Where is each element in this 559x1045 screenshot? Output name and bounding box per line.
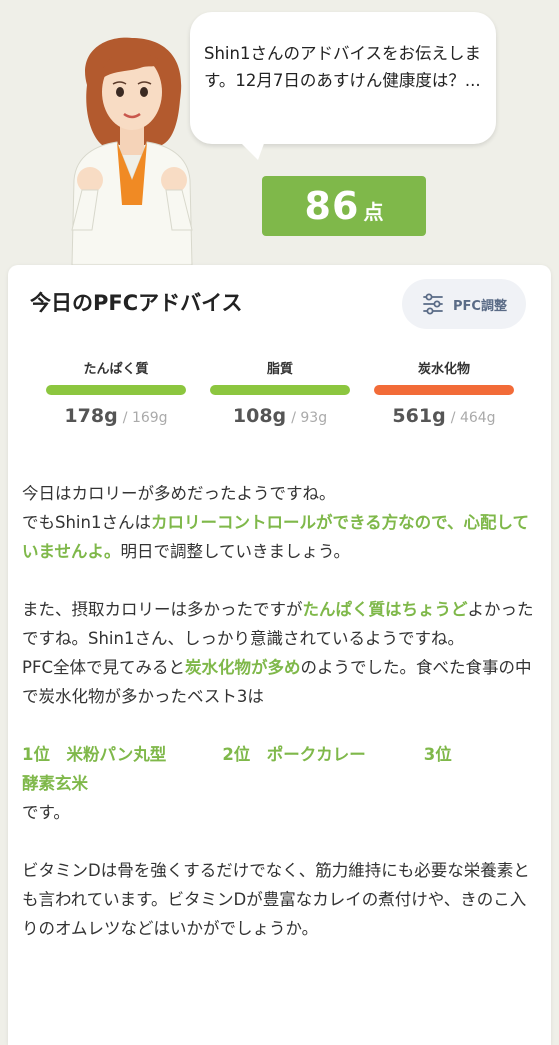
advice-paragraph: PFC全体で見てみると炭水化物が多めのようでした。食べた食事の中で炭水化物が多か… [22,653,538,711]
advice-text: です。 [22,803,70,822]
rank-item: 2位 ポークカレー [222,745,366,764]
sliders-icon [423,293,443,315]
advice-highlight: たんぱく質はちょうど [302,600,468,619]
advice-intro-text: Shin1さんのアドバイスをお伝えします。12月7日のあすけん健康度は？... [204,44,481,90]
nutrient-carbs: 炭水化物 561g / 464g [374,361,514,427]
nutrient-bar [46,385,186,395]
pfc-adjust-button[interactable]: PFC調整 [402,279,526,329]
rank-item: 1位 米粉パン丸型 [22,745,167,764]
nutrient-goal: / 93g [291,410,328,426]
carb-ranking: 1位 米粉パン丸型 2位 ポークカレー 3位酵素玄米 [22,740,538,798]
pfc-advice-card: 今日のPFCアドバイス PFC調整 たんぱく質 178g / 169g 脂質 1… [8,265,551,1045]
health-score-value: 86 [304,184,360,228]
advisor-avatar [71,37,193,265]
nutrient-bar [374,385,514,395]
card-title: 今日のPFCアドバイス [30,291,243,315]
nutrient-protein: たんぱく質 178g / 169g [46,361,186,427]
rank-item: 3位 [423,745,452,764]
rank-item: 酵素玄米 [22,774,88,793]
advice-text: でもShin1さんは [22,513,151,532]
nutrient-value: 178g [64,405,118,427]
advice-text: 明日で調整していきましょう。 [120,542,351,561]
advice-body: 今日はカロリーが多めだったようですね。 でもShin1さんはカロリーコントロール… [22,479,538,943]
nutrient-label: たんぱく質 [83,362,149,377]
nutrient-value: 108g [232,405,287,427]
nutrient-label: 炭水化物 [417,362,470,377]
nutrient-fat: 脂質 108g / 93g [210,361,350,427]
pfc-adjust-label: PFC調整 [453,298,507,314]
speech-bubble-tail [236,138,266,160]
advice-paragraph: でもShin1さんはカロリーコントロールができる方なので、心配していませんよ。明… [22,508,538,566]
advice-text: また、摂取カロリーは多かったですが [22,600,303,619]
pfc-nutrient-summary: たんぱく質 178g / 169g 脂質 108g / 93g 炭水化物 561… [46,361,516,441]
nutrient-goal: / 169g [122,410,168,426]
nutrient-bar [210,385,350,395]
advice-paragraph: ビタミンDは骨を強くするだけでなく、筋力維持にも必要な栄養素とも言われています。… [22,856,538,943]
health-score-unit: 点 [363,200,384,224]
advice-text: ビタミンDは骨を強くするだけでなく、筋力維持にも必要な栄養素とも言われています。… [22,861,530,938]
advice-text: PFC全体で見てみると [22,658,185,677]
advice-paragraph: また、摂取カロリーは多かったですがたんぱく質はちょうどよかったですね。Shin1… [22,595,538,653]
nutrient-label: 脂質 [266,362,293,377]
advice-highlight: 炭水化物が多め [184,658,301,677]
nutrient-value: 561g [392,405,446,427]
nutrient-goal: / 464g [450,410,496,426]
advice-speech-bubble: Shin1さんのアドバイスをお伝えします。12月7日のあすけん健康度は？... [190,12,496,144]
advisor-header: Shin1さんのアドバイスをお伝えします。12月7日のあすけん健康度は？... … [0,0,559,265]
advice-paragraph: です。 [22,798,538,827]
advice-paragraph: 今日はカロリーが多めだったようですね。 [22,479,538,508]
advice-text: 今日はカロリーが多めだったようですね。 [22,484,336,503]
health-score-badge: 86 点 [262,176,426,236]
